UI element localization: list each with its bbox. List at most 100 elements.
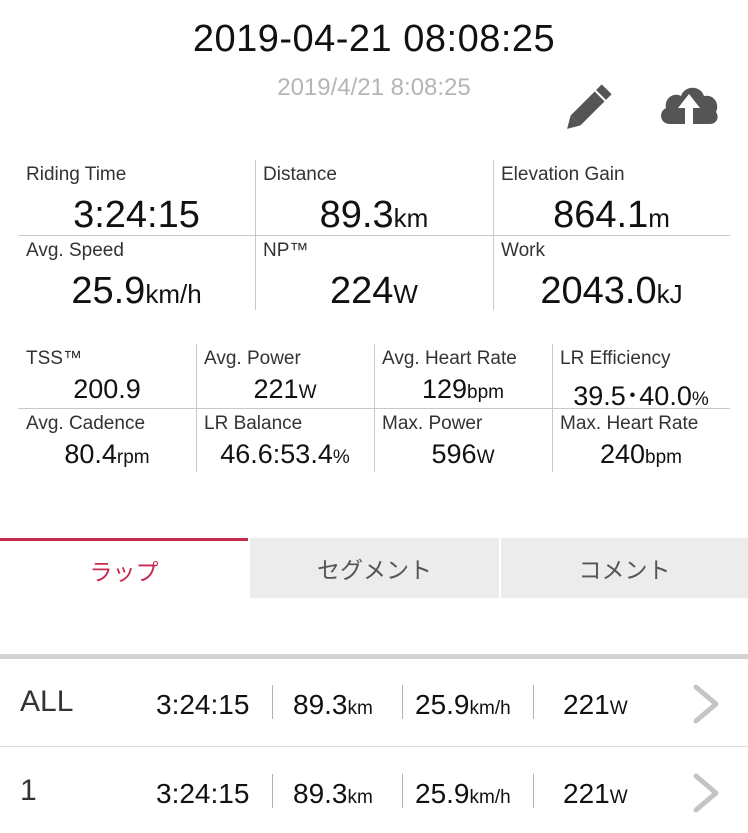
stat-elevation-gain: Elevation Gain 864.1m [493, 160, 730, 236]
stat-label: Max. Heart Rate [560, 413, 699, 434]
tab-segments[interactable]: セグメント [250, 538, 499, 598]
lap-power: 221W [563, 778, 628, 810]
stat-label: Work [501, 240, 545, 261]
lap-power-value: 221 [563, 689, 610, 720]
stat-unit: W [298, 382, 317, 403]
stat-value: 2043.0 [540, 270, 657, 312]
stat-label: TSS™ [26, 348, 82, 369]
lap-row-1[interactable]: 1 3:24:15 89.3km 25.9km/h 221W [0, 748, 748, 833]
stat-unit: kJ [656, 279, 683, 309]
lap-distance-unit: km [347, 787, 373, 808]
stat-label: Max. Power [382, 413, 483, 434]
stat-avg-heart-rate: Avg. Heart Rate 129bpm [374, 344, 552, 408]
lap-speed-value: 25.9 [415, 778, 470, 809]
stat-label: LR Efficiency [560, 348, 671, 369]
lap-power-value: 221 [563, 778, 610, 809]
pencil-icon[interactable] [562, 82, 616, 132]
stat-value: 3:24:15 [73, 194, 200, 236]
divider [499, 538, 501, 598]
divider [248, 538, 250, 598]
stat-label: Avg. Heart Rate [382, 348, 517, 369]
divider [493, 160, 494, 310]
lap-distance: 89.3km [293, 778, 373, 810]
divider [533, 685, 534, 719]
stat-unit: % [691, 389, 709, 410]
stat-value: 224 [330, 270, 394, 312]
divider [552, 344, 553, 472]
stat-avg-power: Avg. Power 221W [196, 344, 374, 408]
stat-value: 129 [421, 374, 468, 404]
stat-unit: km [393, 203, 429, 233]
stat-unit: km/h [145, 279, 202, 309]
stat-max-heart-rate: Max. Heart Rate 240bpm [552, 409, 730, 472]
stat-unit: W [393, 279, 418, 309]
stat-value: 89.3 [319, 194, 394, 236]
main-stats-grid: Riding Time 3:24:15 Distance 89.3km Elev… [18, 160, 730, 312]
lap-power-unit: W [609, 698, 628, 719]
tab-laps[interactable]: ラップ [0, 538, 248, 598]
divider [374, 344, 375, 472]
stat-value: 39.5･40.0 [573, 381, 692, 411]
lap-speed-unit: km/h [469, 787, 511, 808]
stat-riding-time: Riding Time 3:24:15 [18, 160, 255, 236]
lap-time: 3:24:15 [156, 778, 250, 809]
tab-comments[interactable]: コメント [501, 538, 748, 598]
stat-unit: rpm [116, 447, 150, 468]
divider [18, 235, 730, 236]
divider [272, 774, 273, 808]
stat-value: 240 [599, 439, 646, 469]
stat-lr-balance: LR Balance 46.6:53.4% [196, 409, 374, 472]
stat-value: 25.9 [71, 270, 146, 312]
lap-name: ALL [20, 685, 74, 718]
stat-value: 46.6:53.4 [220, 439, 333, 469]
chevron-right-icon [693, 684, 719, 724]
lap-speed: 25.9km/h [415, 689, 511, 721]
lap-speed: 25.9km/h [415, 778, 511, 810]
sub-stats-grid: TSS™ 200.9 Avg. Power 221W Avg. Heart Ra… [18, 344, 730, 472]
lap-speed-unit: km/h [469, 698, 511, 719]
stat-max-power: Max. Power 596W [374, 409, 552, 472]
stat-label: Avg. Cadence [26, 413, 146, 434]
lap-distance-value: 89.3 [293, 778, 348, 809]
lap-name: 1 [20, 774, 37, 807]
divider [0, 746, 748, 747]
divider [196, 344, 197, 472]
divider [255, 160, 256, 310]
divider [533, 774, 534, 808]
stat-unit: % [332, 447, 350, 468]
stat-value: 596 [431, 439, 477, 469]
stat-np: NP™ 224W [255, 236, 493, 312]
stat-unit: bpm [645, 447, 683, 468]
page-subtitle: 2019/4/21 8:08:25 [277, 74, 471, 101]
stat-value: 80.4 [64, 439, 117, 469]
stat-label: Avg. Power [204, 348, 301, 369]
stat-value: 221 [253, 374, 299, 404]
stat-label: LR Balance [204, 413, 303, 434]
lap-distance-value: 89.3 [293, 689, 348, 720]
tab-bar: ラップ セグメント コメント [0, 538, 748, 598]
stat-work: Work 2043.0kJ [493, 236, 730, 312]
divider [402, 774, 403, 808]
stat-unit: W [476, 447, 495, 468]
stat-value: 864.1 [553, 194, 649, 236]
chevron-right-icon [693, 773, 719, 813]
lap-time: 3:24:15 [156, 689, 250, 720]
stat-unit: m [648, 203, 670, 233]
lap-distance-unit: km [347, 698, 373, 719]
stat-label: Elevation Gain [501, 164, 625, 185]
stat-label: NP™ [263, 240, 309, 261]
stat-avg-cadence: Avg. Cadence 80.4rpm [18, 409, 196, 472]
stat-label: Distance [263, 164, 337, 185]
lap-power-unit: W [609, 787, 628, 808]
cloud-upload-icon[interactable] [656, 78, 722, 134]
lap-distance: 89.3km [293, 689, 373, 721]
stat-lr-efficiency: LR Efficiency 39.5･40.0% [552, 344, 730, 411]
stat-avg-speed: Avg. Speed 25.9km/h [18, 236, 255, 312]
divider [402, 685, 403, 719]
stat-distance: Distance 89.3km [255, 160, 493, 236]
stat-label: Avg. Speed [26, 240, 124, 261]
stat-tss: TSS™ 200.9 [18, 344, 196, 408]
divider [272, 685, 273, 719]
stat-unit: bpm [467, 382, 505, 403]
lap-row-all[interactable]: ALL 3:24:15 89.3km 25.9km/h 221W [0, 659, 748, 747]
